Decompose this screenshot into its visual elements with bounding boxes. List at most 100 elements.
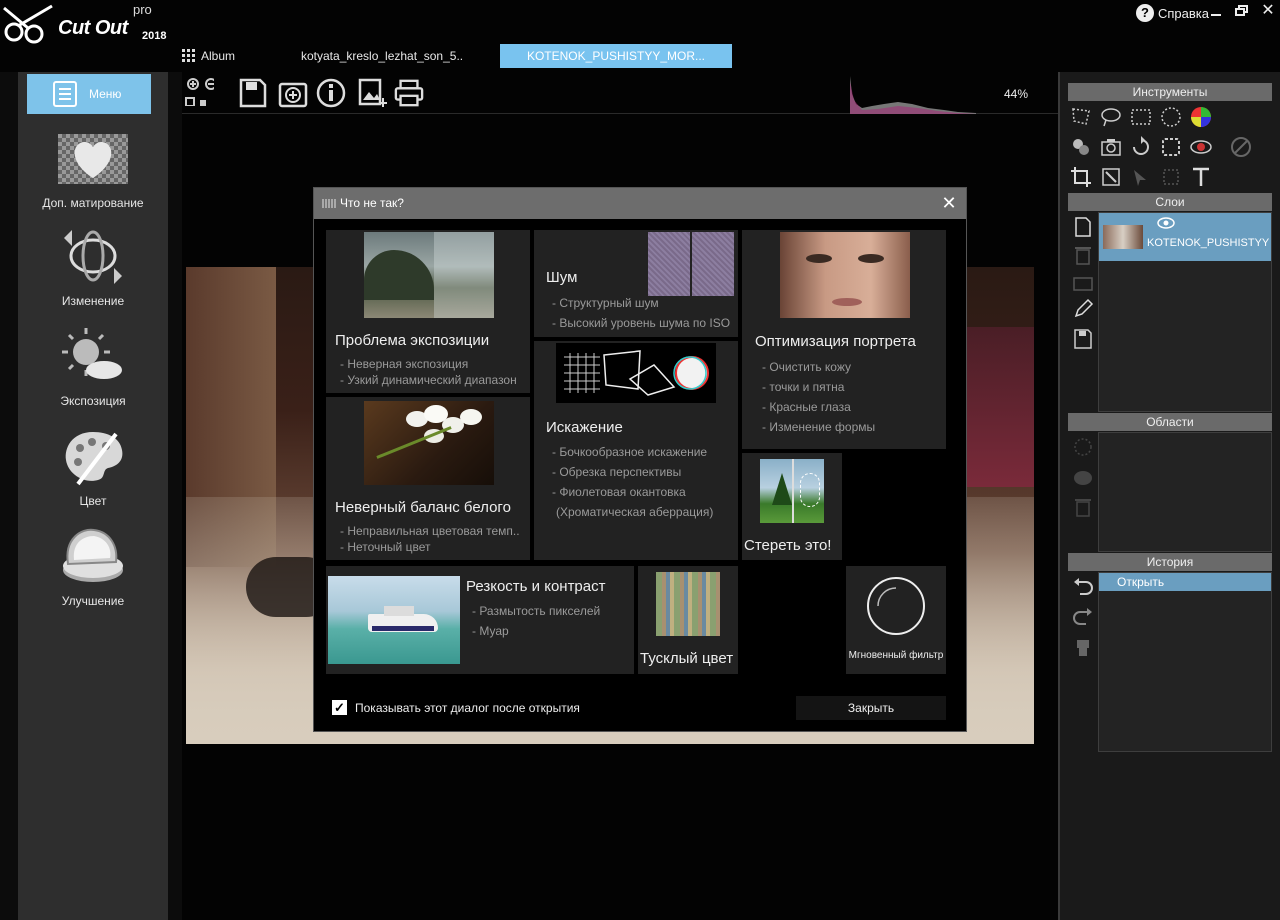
card-line: - Высокий уровень шума по ISO [552, 316, 731, 330]
polygon-select-icon[interactable] [1070, 106, 1092, 128]
card-title: Стереть это! [744, 537, 832, 554]
clone-stamp-icon[interactable] [1070, 136, 1092, 158]
card-portrait[interactable]: Оптимизация портрета - Очистить кожу - т… [742, 230, 946, 449]
region-delete-icon[interactable] [1072, 496, 1094, 518]
card-line: - Узкий динамический диапазон [340, 373, 517, 387]
select-all-icon[interactable] [1160, 136, 1182, 158]
transform-box-icon[interactable] [1160, 166, 1182, 188]
close-window-icon[interactable]: ✕ [1260, 3, 1276, 19]
new-layer-icon[interactable] [1072, 216, 1094, 238]
menu-doc-icon [53, 81, 77, 107]
eye-icon[interactable] [1157, 217, 1175, 229]
tab-file-2-active[interactable]: KOTENOK_PUSHISTYY_MOR... [500, 44, 732, 68]
pencil-icon[interactable] [1072, 298, 1094, 320]
card-line: (Хроматическая аберрация) [556, 505, 714, 519]
card-title: Искажение [546, 419, 623, 436]
card-title: Мгновенный фильтр [848, 650, 944, 661]
card-dull-color[interactable]: Тусклый цвет [638, 566, 738, 674]
card-noise[interactable]: Шум - Структурный шум - Высокий уровень … [534, 230, 738, 337]
sidebar-item-exposure[interactable]: Экспозиция [18, 326, 168, 408]
card-title: Резкость и контраст [466, 578, 606, 595]
minimize-icon[interactable] [1208, 4, 1224, 18]
transform-icon [64, 230, 122, 284]
camera-icon[interactable] [1100, 136, 1122, 158]
sidebar-item-color[interactable]: Цвет [18, 426, 168, 508]
histogram [850, 76, 976, 114]
help-icon: ? [1136, 4, 1154, 22]
robot-icon[interactable] [1072, 636, 1094, 658]
text-icon[interactable] [1190, 166, 1212, 188]
scissors-logo-icon [3, 4, 53, 44]
ellipse-select-icon[interactable] [1160, 106, 1182, 128]
sidebar-item-label: Изменение [61, 294, 125, 308]
help-label: Справка [1158, 5, 1209, 21]
sidebar-item-enhance[interactable]: Улучшение [18, 526, 168, 608]
checkbox-checked-icon[interactable]: ✓ [332, 700, 347, 715]
tab-file-1[interactable]: kotyata_kreslo_lezhat_son_5.. [301, 44, 463, 68]
redo-icon[interactable] [1072, 606, 1094, 628]
card-exposure[interactable]: Проблема экспозиции - Неверная экспозици… [326, 230, 530, 393]
card-sharpness[interactable]: Резкость и контраст - Размытость пикселе… [326, 566, 634, 674]
red-eye-icon[interactable] [1190, 136, 1212, 158]
layer-row[interactable]: KOTENOK_PUSHISTYY [1099, 213, 1271, 261]
card-distortion[interactable]: Искажение - Бочкообразное искажение - Об… [534, 341, 738, 560]
card-instant-filter[interactable]: Мгновенный фильтр [846, 566, 946, 674]
zoom-icons[interactable] [184, 76, 214, 106]
undo-icon[interactable] [1072, 576, 1094, 598]
exposure-sun-icon [62, 328, 122, 379]
card-erase-it[interactable]: Стереть это! [742, 453, 842, 560]
color-wheel-icon[interactable] [1190, 106, 1212, 128]
card-title: Неверный баланс белого [335, 499, 511, 516]
distortion-thumbnail [556, 343, 716, 403]
what-is-wrong-dialog: Что не так? ✕ Проблема экспозиции - Неве… [313, 187, 967, 732]
menu-button[interactable]: Меню [27, 74, 151, 114]
card-line: - Муар [472, 624, 509, 638]
logo-text: Cut Out [58, 17, 128, 39]
export-image-icon[interactable] [358, 78, 388, 108]
info-icon[interactable] [316, 78, 346, 108]
history-item[interactable]: Открыть [1099, 573, 1271, 591]
dialog-close-icon[interactable]: ✕ [940, 194, 958, 212]
layers-list: KOTENOK_PUSHISTYY [1098, 212, 1272, 412]
app-window: Cut Out pro 2018 ? Справка ✕ Album kotya… [0, 0, 1280, 920]
tab-album[interactable]: Album [182, 44, 235, 68]
card-title: Оптимизация портрета [755, 333, 916, 350]
instant-filter-icon [867, 577, 925, 635]
dialog-grip-icon [322, 199, 336, 208]
dialog-title-bar: Что не так? [314, 188, 966, 219]
card-title: Проблема экспозиции [335, 332, 490, 349]
save-icon[interactable] [238, 78, 268, 108]
right-panel: Инструменты Слои KOTENOK_PUSHISTYY Облас… [1058, 72, 1280, 920]
region-select-icon[interactable] [1072, 436, 1094, 458]
sidebar-item-transform[interactable]: Изменение [18, 226, 168, 308]
menu-label: Меню [89, 87, 122, 101]
crop-icon[interactable] [1070, 166, 1092, 188]
logo-year: 2018 [142, 30, 167, 42]
region-fill-icon[interactable] [1072, 466, 1094, 488]
delete-layer-icon[interactable] [1072, 244, 1094, 266]
restore-icon[interactable] [1234, 4, 1250, 18]
card-white-balance[interactable]: Неверный баланс белого - Неправильная цв… [326, 397, 530, 560]
sidebar-item-matting[interactable]: Доп. матирование [18, 128, 168, 210]
help-button[interactable]: ? Справка [1136, 3, 1209, 23]
grid-icon [182, 49, 195, 62]
tools-header: Инструменты [1068, 83, 1272, 101]
disabled-icon[interactable] [1230, 136, 1252, 158]
move-icon[interactable] [1130, 166, 1152, 188]
lasso-icon[interactable] [1100, 106, 1122, 128]
dialog-close-button[interactable]: Закрыть [796, 696, 946, 720]
print-icon[interactable] [394, 78, 424, 108]
add-image-icon[interactable] [278, 78, 308, 108]
rotate-icon[interactable] [1130, 136, 1152, 158]
sidebar-item-label: Экспозиция [60, 394, 126, 408]
card-line: - Бочкообразное искажение [552, 445, 708, 459]
white-balance-thumbnail [364, 401, 494, 485]
erase-thumbnail [760, 459, 824, 523]
save-layer-icon[interactable] [1072, 328, 1094, 350]
perspective-crop-icon[interactable] [1100, 166, 1122, 188]
heart-matte-icon [58, 134, 128, 184]
rect-select-icon[interactable] [1130, 106, 1152, 128]
layers-header: Слои [1068, 193, 1272, 211]
merge-layer-icon[interactable] [1072, 272, 1094, 294]
show-dialog-checkbox[interactable]: ✓ Показывать этот диалог после открытия [332, 700, 580, 715]
